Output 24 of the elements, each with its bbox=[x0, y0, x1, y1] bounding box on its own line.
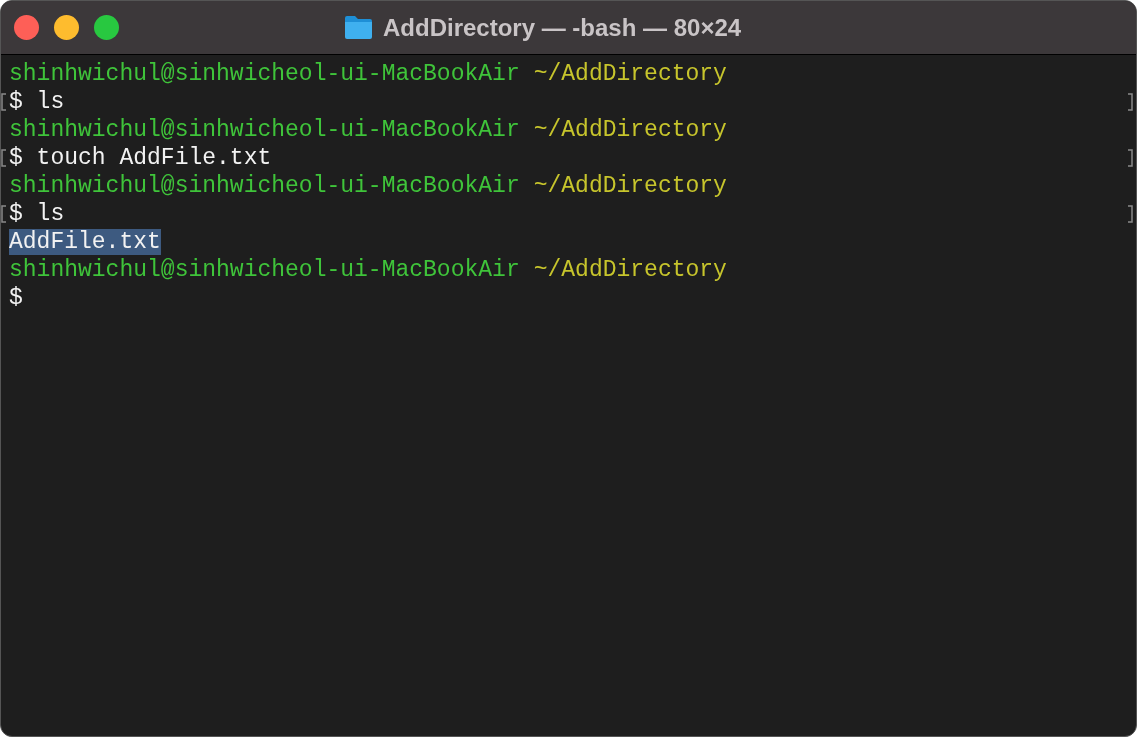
prompt-user-host: shinhwichul@sinhwicheol-ui-MacBookAir bbox=[9, 171, 520, 201]
mark-bracket-icon bbox=[1, 93, 7, 111]
command-text: $ ls bbox=[9, 87, 65, 117]
mark-bracket-icon bbox=[1127, 93, 1133, 111]
mark-bracket-icon bbox=[1, 149, 7, 167]
prompt-user-host: shinhwichul@sinhwicheol-ui-MacBookAir bbox=[9, 115, 520, 145]
close-button[interactable] bbox=[14, 15, 39, 40]
mark-bracket-icon bbox=[1, 205, 7, 223]
command-text: $ touch AddFile.txt bbox=[9, 143, 272, 173]
prompt-path: ~/AddDirectory bbox=[533, 255, 727, 285]
prompt-user-host: shinhwichul@sinhwicheol-ui-MacBookAir bbox=[9, 255, 520, 285]
output-text: AddFile.txt bbox=[9, 229, 161, 255]
prompt-path: ~/AddDirectory bbox=[533, 59, 727, 89]
prompt-user-host: shinhwichul@sinhwicheol-ui-MacBookAir bbox=[9, 59, 520, 89]
mark-bracket-icon bbox=[1127, 149, 1133, 167]
maximize-button[interactable] bbox=[94, 15, 119, 40]
folder-icon bbox=[344, 15, 373, 40]
window-title: AddDirectory — -bash — 80×24 bbox=[383, 12, 742, 43]
mark-bracket-icon bbox=[1127, 205, 1133, 223]
prompt-symbol: $ bbox=[9, 283, 23, 313]
prompt-path: ~/AddDirectory bbox=[533, 171, 727, 201]
minimize-button[interactable] bbox=[54, 15, 79, 40]
prompt-path: ~/AddDirectory bbox=[533, 115, 727, 145]
command-text: $ ls bbox=[9, 199, 65, 229]
